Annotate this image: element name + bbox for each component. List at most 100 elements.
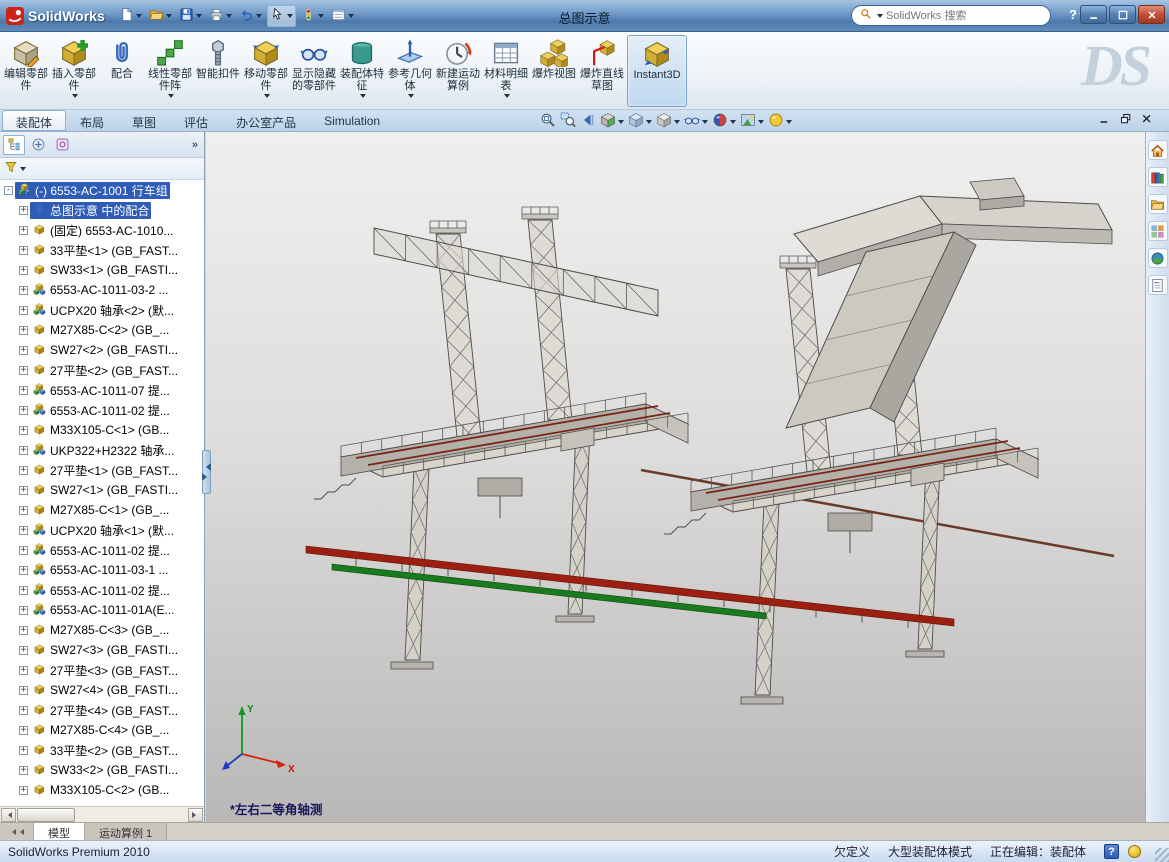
expand-icon[interactable]: + [19, 506, 28, 515]
assembly-features-button[interactable]: 装配体特征 [339, 35, 385, 107]
tree-item[interactable]: +27平垫<4> (GB_FAST... [0, 700, 204, 720]
expand-icon[interactable]: + [19, 686, 28, 695]
save-button[interactable] [177, 6, 204, 26]
model-canvas[interactable]: YX [206, 132, 1145, 822]
expand-icon[interactable]: + [19, 766, 28, 775]
configuration-manager-tab[interactable] [51, 135, 73, 155]
hide-show-items-button[interactable] [684, 112, 708, 131]
search-input[interactable] [886, 10, 1042, 22]
study-tab[interactable]: 运动算例 1 [85, 823, 167, 840]
property-manager-tab[interactable] [27, 135, 49, 155]
command-tab[interactable]: 装配体 [2, 110, 66, 131]
filter-funnel-icon[interactable] [4, 160, 18, 177]
bom-button[interactable]: 材料明细表 [483, 35, 529, 107]
command-tab[interactable]: 草图 [118, 110, 170, 131]
tree-item[interactable]: +6553-AC-1011-02 提... [0, 400, 204, 420]
quick-tips-icon[interactable] [1128, 845, 1141, 858]
edit-component-button[interactable]: 编辑零部件 [3, 35, 49, 107]
minimize-button[interactable] [1080, 5, 1107, 24]
collapse-icon[interactable]: - [4, 186, 13, 195]
motion-study-button[interactable]: 新建运动算例 [435, 35, 481, 107]
insert-component-button[interactable]: 插入零部件 [51, 35, 97, 107]
expand-icon[interactable]: + [19, 746, 28, 755]
tree-item[interactable]: +6553-AC-1011-03-1 ... [0, 560, 204, 580]
scroll-left-button[interactable] [1, 808, 16, 822]
rebuild-button[interactable] [299, 6, 326, 26]
open-button[interactable] [147, 6, 174, 26]
resize-grip[interactable] [1155, 848, 1169, 862]
filter-dropdown-icon[interactable] [20, 167, 26, 174]
tree-item[interactable]: +UKP322+H2322 轴承... [0, 440, 204, 460]
command-tab[interactable]: 布局 [66, 110, 118, 131]
tree-item[interactable]: +总图示意 中的配合 [0, 200, 204, 220]
tree-item[interactable]: +M27X85-C<2> (GB_... [0, 320, 204, 340]
tree-item[interactable]: +UCPX20 轴承<2> (默... [0, 300, 204, 320]
tree-item[interactable]: +M27X85-C<3> (GB_... [0, 620, 204, 640]
expand-icon[interactable]: + [19, 346, 28, 355]
tree-item[interactable]: +(固定) 6553-AC-1010... [0, 220, 204, 240]
apply-scene-button[interactable] [740, 112, 764, 131]
previous-view-button[interactable] [580, 112, 596, 131]
expand-icon[interactable]: + [19, 526, 28, 535]
expand-icon[interactable]: + [19, 446, 28, 455]
display-style-button[interactable] [656, 112, 680, 131]
expand-icon[interactable]: + [19, 286, 28, 295]
command-tab[interactable]: 办公室产品 [222, 110, 310, 131]
search-scope-dropdown-icon[interactable] [877, 14, 883, 21]
view-settings-button[interactable] [768, 112, 792, 131]
tree-item[interactable]: +6553-AC-1011-03-2 ... [0, 280, 204, 300]
expand-icon[interactable]: + [19, 646, 28, 655]
expand-icon[interactable]: + [19, 486, 28, 495]
tree-item[interactable]: +27平垫<2> (GB_FAST... [0, 360, 204, 380]
tree-item[interactable]: +6553-AC-1011-02 提... [0, 580, 204, 600]
expand-icon[interactable]: + [19, 366, 28, 375]
tree-item[interactable]: +6553-AC-1011-02 提... [0, 540, 204, 560]
tree-item[interactable]: +27平垫<1> (GB_FAST... [0, 460, 204, 480]
edit-appearance-button[interactable] [712, 112, 736, 131]
panel-splitter[interactable] [202, 450, 211, 494]
expand-icon[interactable]: + [19, 266, 28, 275]
appearances-tab[interactable] [1148, 248, 1168, 268]
expand-icon[interactable]: + [19, 226, 28, 235]
tree-item[interactable]: +33平垫<2> (GB_FAST... [0, 740, 204, 760]
select-button[interactable] [267, 5, 296, 27]
home-tab[interactable] [1148, 140, 1168, 160]
expand-icon[interactable]: + [19, 566, 28, 575]
tree-item[interactable]: +M27X85-C<4> (GB_... [0, 720, 204, 740]
custom-properties-tab[interactable] [1148, 275, 1168, 295]
expand-icon[interactable]: + [19, 306, 28, 315]
tree-horizontal-scrollbar[interactable] [0, 806, 204, 822]
tree-item[interactable]: +SW27<3> (GB_FASTI... [0, 640, 204, 660]
linear-pattern-button[interactable]: 线性零部件阵 [147, 35, 193, 107]
smart-fasteners-button[interactable]: 智能扣件 [195, 35, 241, 107]
file-explorer-tab[interactable] [1148, 194, 1168, 214]
doc-minimize-button[interactable] [1099, 113, 1111, 128]
study-tab[interactable]: 模型 [34, 823, 85, 840]
design-library-tab[interactable] [1148, 167, 1168, 187]
tree-item[interactable]: +6553-AC-1011-01A(E... [0, 600, 204, 620]
expand-icon[interactable]: + [19, 206, 28, 215]
close-button[interactable] [1138, 5, 1165, 24]
print-button[interactable] [207, 6, 234, 26]
show-hidden-button[interactable]: 显示隐藏的零部件 [291, 35, 337, 107]
view-palette-tab[interactable] [1148, 221, 1168, 241]
scroll-thumb[interactable] [17, 808, 75, 822]
command-tab[interactable]: Simulation [310, 110, 394, 131]
expand-icon[interactable]: + [19, 426, 28, 435]
tree-item[interactable]: +UCPX20 轴承<1> (默... [0, 520, 204, 540]
zoom-fit-button[interactable] [540, 112, 556, 131]
tree-item[interactable]: +SW33<2> (GB_FASTI... [0, 760, 204, 780]
move-component-button[interactable]: 移动零部件 [243, 35, 289, 107]
reference-geometry-button[interactable]: 参考几何体 [387, 35, 433, 107]
tree-item[interactable]: +M33X105-C<2> (GB... [0, 780, 204, 800]
doc-close-button[interactable] [1141, 113, 1153, 128]
instant3d-button[interactable]: Instant3D [627, 35, 687, 107]
expand-icon[interactable]: + [19, 386, 28, 395]
expand-icon[interactable]: + [19, 326, 28, 335]
undo-button[interactable] [237, 6, 264, 26]
feature-manager-tab[interactable] [3, 135, 25, 155]
expand-icon[interactable]: + [19, 666, 28, 675]
tree-item[interactable]: +SW27<1> (GB_FASTI... [0, 480, 204, 500]
graphics-viewport[interactable]: YX *左右二等角轴测 [206, 132, 1145, 822]
tree-item[interactable]: -(-) 6553-AC-1001 行车组 [0, 180, 204, 200]
